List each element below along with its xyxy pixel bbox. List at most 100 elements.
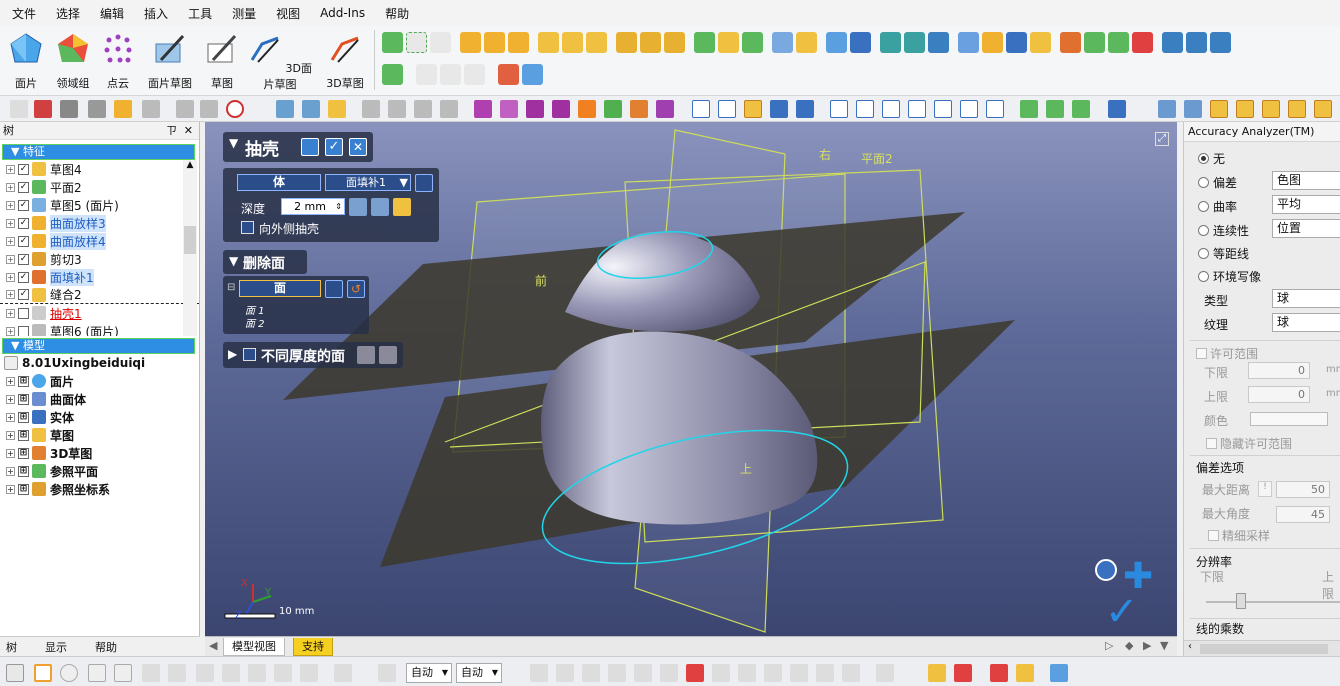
confirm-check-icon[interactable]: ✓ xyxy=(1105,592,1139,632)
thickness-camera-icon[interactable] xyxy=(379,346,397,364)
zoom-select-icon[interactable] xyxy=(440,100,458,118)
scroll-thumb[interactable] xyxy=(1200,644,1328,654)
collapse-icon[interactable]: ▼ xyxy=(229,254,238,268)
varied-thickness-checkbox[interactable] xyxy=(243,348,256,361)
model-item-mesh[interactable]: + ⊞ 面片 xyxy=(0,372,199,390)
filter-all-icon[interactable] xyxy=(876,664,894,682)
menu-file[interactable]: 文件 xyxy=(12,5,36,22)
cube-hidden-icon[interactable] xyxy=(718,100,736,118)
settings-icon[interactable] xyxy=(142,100,160,118)
point-cloud-button[interactable]: 点云 xyxy=(100,30,136,92)
thickness-add-icon[interactable] xyxy=(357,346,375,364)
export-icon[interactable] xyxy=(1186,32,1207,53)
view-front-icon[interactable] xyxy=(830,100,848,118)
surface-icon[interactable] xyxy=(904,32,925,53)
face-clear-icon[interactable] xyxy=(325,280,343,298)
expand-icon[interactable]: + xyxy=(6,182,15,192)
normal-view-icon[interactable] xyxy=(1046,100,1064,118)
model-item-3dsketch[interactable]: + ⊞ 3D草图 xyxy=(0,444,199,462)
expand-icon[interactable]: ▶ xyxy=(228,347,237,361)
close-icon[interactable]: ✕ xyxy=(184,122,193,140)
expand-icon[interactable]: + xyxy=(6,326,15,336)
cube-shaded-icon[interactable] xyxy=(744,100,762,118)
menu-select[interactable]: 选择 xyxy=(56,5,80,22)
extend-icon[interactable] xyxy=(718,32,739,53)
hide-range-checkbox[interactable] xyxy=(1206,438,1217,449)
expand-icon[interactable]: + xyxy=(6,272,15,282)
select-window-icon[interactable] xyxy=(34,664,52,682)
fine-sampling-checkbox[interactable] xyxy=(1208,530,1219,541)
checkbox[interactable] xyxy=(18,307,29,319)
tab-display[interactable]: 显示 xyxy=(45,639,67,655)
upper-input[interactable]: 0 xyxy=(1248,386,1310,403)
plane-icon[interactable] xyxy=(382,32,403,53)
texture-select[interactable]: 球 xyxy=(1272,313,1340,332)
draft-icon[interactable] xyxy=(640,32,661,53)
option-isoline[interactable]: 等距线 xyxy=(1198,245,1249,262)
visibility-filter-icon[interactable] xyxy=(334,664,352,682)
tree-item-stitch2[interactable]: + ✓ 缝合2 xyxy=(0,286,199,304)
expand-icon[interactable]: + xyxy=(6,164,15,174)
color-region-icon[interactable] xyxy=(954,664,972,682)
radio-curvature[interactable] xyxy=(1198,201,1209,212)
expand-icon[interactable]: + xyxy=(6,376,15,386)
body-icon[interactable] xyxy=(880,32,901,53)
tab-scroll-left-icon[interactable]: ◀ xyxy=(209,639,217,652)
model-section-header[interactable]: ▼ 模型 xyxy=(2,338,195,354)
eye-sketch-icon[interactable] xyxy=(1262,100,1280,118)
color-swatch[interactable] xyxy=(1250,412,1328,426)
checkbox[interactable]: ✓ xyxy=(18,235,29,247)
sweep-icon[interactable] xyxy=(508,32,529,53)
option-deviation[interactable]: 偏差 xyxy=(1198,174,1237,191)
cancel-icon[interactable]: ✕ xyxy=(349,138,367,156)
body-field[interactable]: 体 xyxy=(237,174,321,191)
radio-none[interactable] xyxy=(1198,153,1209,164)
add-icon[interactable]: ✚ xyxy=(1123,559,1153,595)
checkbox[interactable]: ✓ xyxy=(18,289,29,300)
scroll-thumb[interactable] xyxy=(184,226,196,254)
highlight-icon[interactable] xyxy=(328,100,346,118)
face-field[interactable]: 面 xyxy=(239,280,321,297)
max-distance-input[interactable]: 50 xyxy=(1276,481,1330,498)
body-clear-icon[interactable] xyxy=(415,174,433,192)
continuity-select[interactable]: 位置 xyxy=(1272,219,1340,238)
allow-range-checkbox[interactable] xyxy=(1196,348,1207,359)
tree-item-shell1[interactable]: + 抽壳1 xyxy=(0,304,199,322)
depth-option1-icon[interactable] xyxy=(349,198,367,216)
select-paint-icon[interactable] xyxy=(196,664,214,682)
depth-option2-icon[interactable] xyxy=(371,198,389,216)
3d-sketch-button[interactable]: 3D草图 xyxy=(324,30,366,92)
view-bottom-icon[interactable] xyxy=(960,100,978,118)
depth-input[interactable]: 2 mm ⇕ xyxy=(281,198,345,215)
option-env-map[interactable]: 环境写像 xyxy=(1198,268,1261,285)
model-root[interactable]: 8.01Uxingbeiduiqi xyxy=(0,354,199,372)
cube-wire-icon[interactable] xyxy=(692,100,710,118)
save-icon[interactable] xyxy=(60,100,78,118)
filter-edge-icon[interactable] xyxy=(582,664,600,682)
select-cylinder-icon[interactable] xyxy=(274,664,292,682)
view-top-icon[interactable] xyxy=(934,100,952,118)
fillet-icon[interactable] xyxy=(586,32,607,53)
chamfer-icon[interactable] xyxy=(616,32,637,53)
radio-env-map[interactable] xyxy=(1198,271,1209,282)
spinner-icon[interactable]: ⇕ xyxy=(335,199,342,214)
expand-icon[interactable]: + xyxy=(6,448,15,458)
delete-icon[interactable] xyxy=(382,64,403,85)
loft-icon[interactable] xyxy=(538,32,559,53)
fit-icon[interactable] xyxy=(826,32,847,53)
resolution-slider-track[interactable] xyxy=(1206,601,1340,603)
scale-icon[interactable] xyxy=(1030,32,1051,53)
deviation-select[interactable]: 色图 xyxy=(1272,171,1340,190)
tree-item-fill1[interactable]: + ✓ 面填补1 xyxy=(0,268,199,286)
model-item-sketch[interactable]: + ⊞ 草图 xyxy=(0,426,199,444)
eye-solid-icon[interactable] xyxy=(1236,100,1254,118)
tab-last-icon[interactable]: ◆ xyxy=(1125,639,1133,652)
grid-icon[interactable] xyxy=(440,64,461,85)
layout-icon[interactable] xyxy=(1050,664,1068,682)
circle-pattern-icon[interactable] xyxy=(464,64,485,85)
filter-face-icon[interactable] xyxy=(556,664,574,682)
open-icon[interactable] xyxy=(34,100,52,118)
view-left-icon[interactable] xyxy=(882,100,900,118)
tree-item-trim3[interactable]: + ✓ 剪切3 xyxy=(0,250,199,268)
select-area-icon[interactable] xyxy=(248,664,266,682)
